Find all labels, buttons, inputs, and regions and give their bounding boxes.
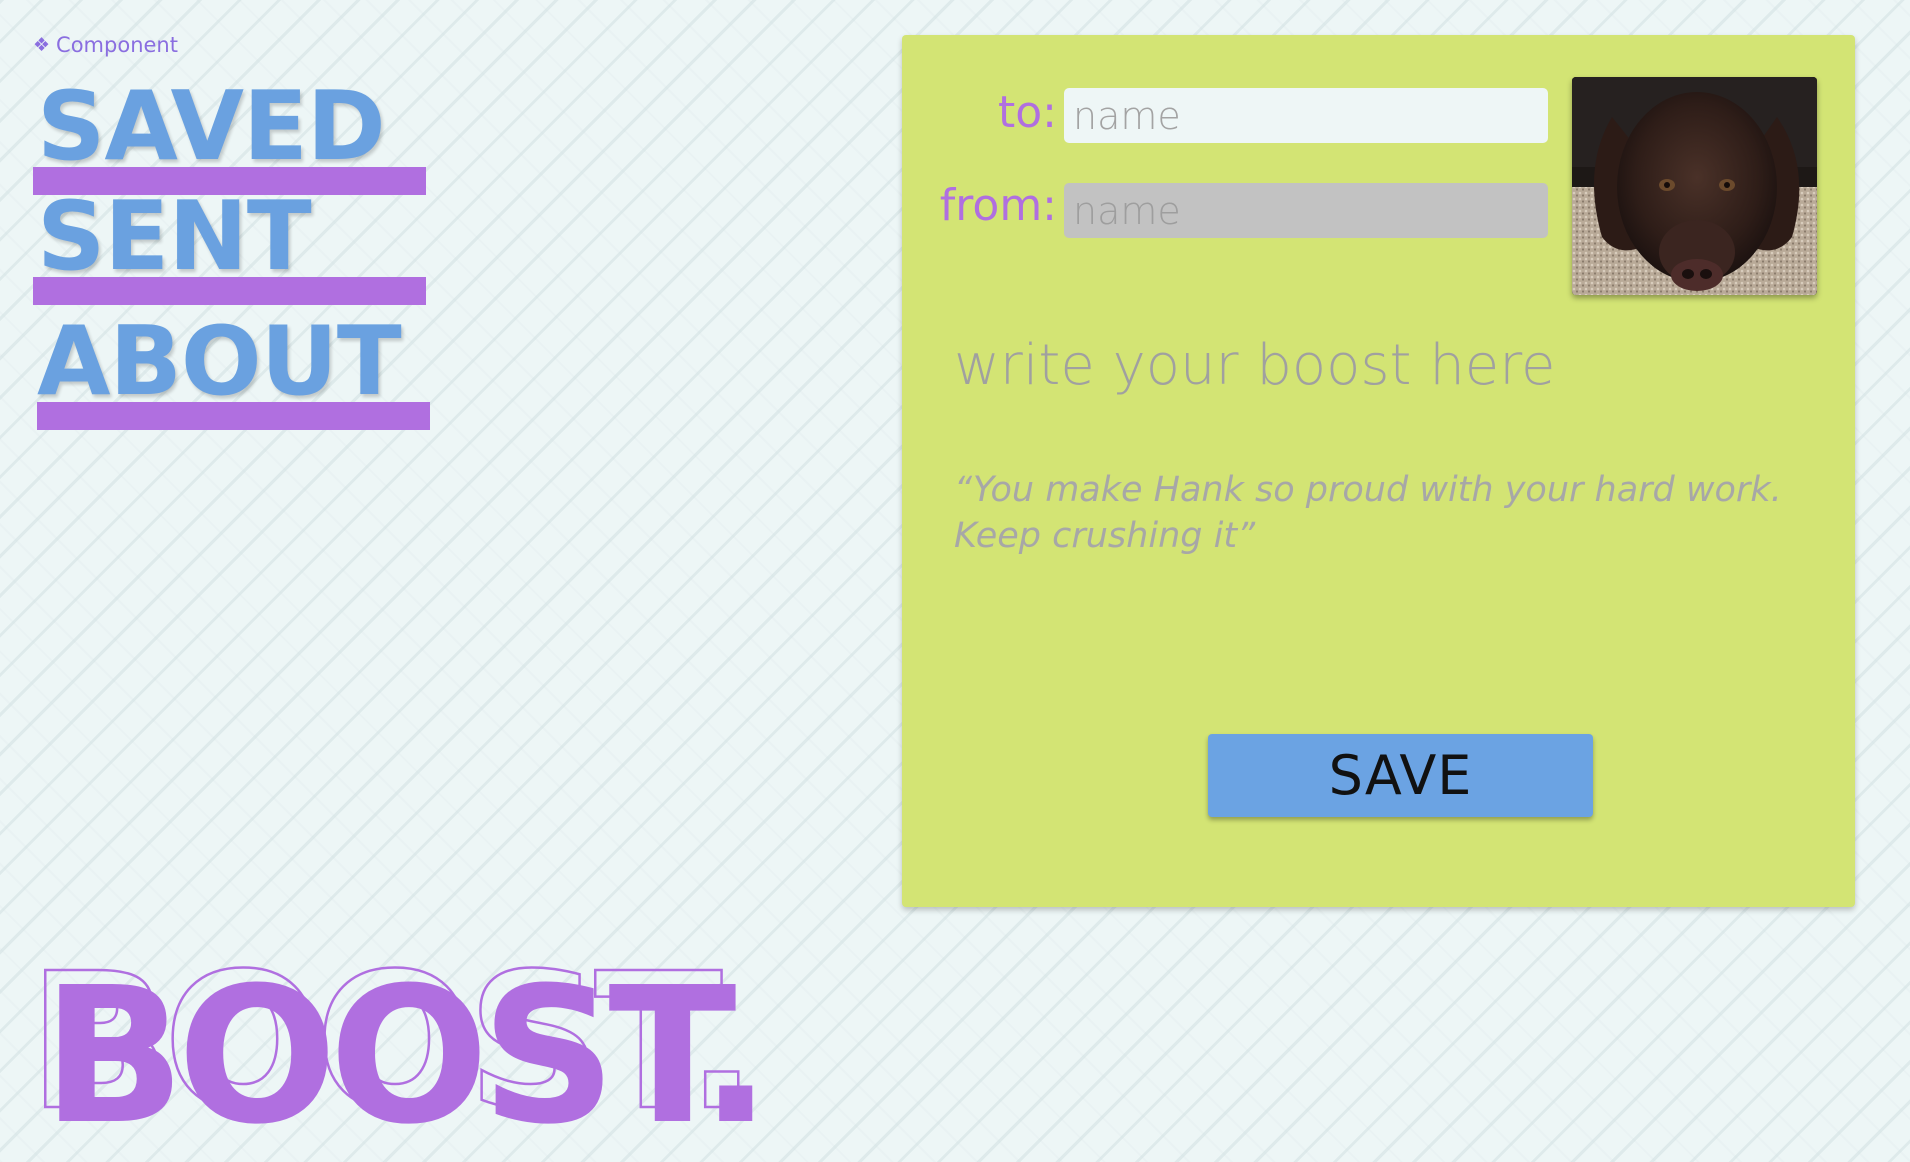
nav-label-sent[interactable]: SENT — [37, 180, 312, 295]
from-name-input[interactable] — [1064, 183, 1548, 238]
component-tag: ❖ Component — [33, 33, 178, 57]
nav-item-saved[interactable]: SAVED — [33, 70, 428, 195]
nav-label-about[interactable]: ABOUT — [37, 305, 402, 420]
example-quote-line: Keep crushing it” — [954, 516, 1256, 556]
boost-logo: BOOST. BOOST. — [28, 945, 771, 1135]
boost-message-input[interactable] — [954, 325, 1814, 405]
nav-item-sent[interactable]: SENT — [33, 180, 428, 305]
from-label: from: — [939, 180, 1057, 231]
boost-card: to: from: — [902, 35, 1855, 907]
component-label: Component — [56, 33, 178, 57]
dog-photo[interactable] — [1572, 77, 1817, 295]
example-quote-line: “You make Hank so proud with your hard w… — [954, 470, 1782, 510]
save-button[interactable]: SAVE — [1208, 734, 1593, 817]
to-name-input[interactable] — [1064, 88, 1548, 143]
example-quote: “You make Hank so proud with your hard w… — [954, 467, 1814, 559]
logo-fill: BOOST. — [42, 947, 763, 1135]
nav-item-about[interactable]: ABOUT — [33, 305, 430, 430]
dog-photo-image — [1572, 77, 1817, 295]
nav-label-saved[interactable]: SAVED — [37, 70, 386, 185]
to-label: to: — [998, 87, 1057, 138]
component-diamond-icon: ❖ — [33, 34, 51, 56]
